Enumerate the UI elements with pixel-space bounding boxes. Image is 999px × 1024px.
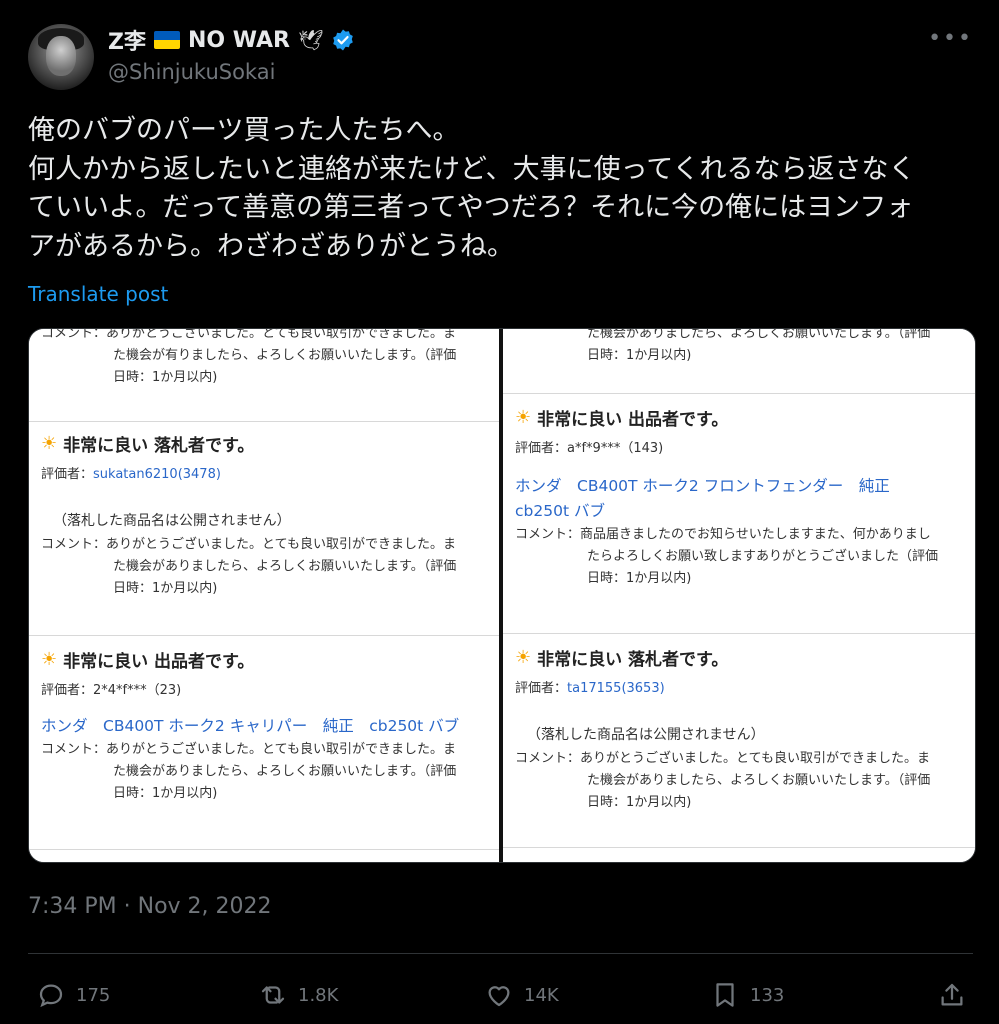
rating-heading: ☀ 非常に良い 落札者です。 (41, 433, 255, 456)
divider (29, 635, 499, 636)
evaluator-line: 評価者：2*4*f***（23) (41, 683, 182, 698)
rating-entry: ☀ 非常に良い 出品者です。 評価者：a*f*9***（143) ホンダ CB40… (503, 405, 975, 590)
repost-button[interactable]: 1.8K (258, 980, 338, 1010)
author-name-row[interactable]: Z李 NO WAR 🕊 (108, 24, 355, 56)
rating-comment: コメント：ありがとうございました。とても良い取引ができました。ま た機会が有りま… (41, 329, 457, 385)
divider (29, 849, 499, 850)
evaluator-line: 評価者：sukatan6210(3478) (41, 467, 221, 482)
tweet-media[interactable]: コメント：ありがとうございました。とても良い取引ができました。ま た機会が有りま… (28, 328, 976, 863)
post-timestamp[interactable]: 7:34 PM · Nov 2, 2022 (28, 894, 272, 919)
divider (503, 847, 975, 848)
actions-divider (28, 953, 973, 954)
product-link[interactable]: ホンダ CB400T ホーク2 フロントフェンダー 純正 (515, 474, 963, 499)
like-button[interactable]: 14K (484, 980, 559, 1010)
sun-icon: ☀ (41, 433, 58, 454)
evaluator-link[interactable]: sukatan6210 (93, 467, 178, 482)
bookmark-count: 133 (750, 984, 785, 1006)
author-name[interactable]: Z李 (108, 24, 146, 56)
translate-post-link[interactable]: Translate post (28, 282, 168, 306)
rating-entry: ☀ 非常に良い 落札者です。 評価者：ta17155(3653) （落札した商品名… (503, 645, 975, 814)
media-image-left[interactable]: コメント：ありがとうございました。とても良い取引ができました。ま た機会が有りま… (29, 329, 499, 862)
divider (503, 633, 975, 634)
rating-heading: ☀ 非常に良い 出品者です。 (41, 649, 255, 672)
dove-icon: 🕊 (297, 28, 324, 52)
bookmark-icon (716, 983, 734, 1007)
reply-count: 175 (76, 984, 111, 1006)
like-count: 14K (524, 984, 559, 1006)
repost-count: 1.8K (298, 984, 339, 1006)
rating-entry: ☀ 非常に良い 出品者です。 評価者：2*4*f***（23) ホンダ CB400… (29, 647, 499, 805)
sun-icon: ☀ (515, 407, 532, 428)
product-link-continued[interactable]: cb250t バブ (515, 499, 963, 524)
action-bar: 175 1.8K 14K 133 (28, 972, 973, 1018)
media-image-right[interactable]: た機会がありましたら、よろしくお願いいたします。（評価 日時：1か月以内) ☀ 非… (503, 329, 975, 862)
author-name-suffix[interactable]: NO WAR (188, 28, 290, 53)
bookmark-button[interactable]: 133 (710, 980, 784, 1010)
tweet-text: 俺のバブのパーツ買った人たちへ。 何人かから返したいと連絡が来たけど、大事に使っ… (28, 115, 916, 262)
reply-icon (39, 984, 63, 1008)
rating-heading: ☀ 非常に良い 落札者です。 (515, 647, 729, 670)
sun-icon: ☀ (515, 647, 532, 668)
rating-entry: ☀ 非常に良い 落札者です。 評価者：sukatan6210(3478) （落札し… (29, 431, 499, 600)
divider (29, 421, 499, 422)
evaluator-link[interactable]: ta17155 (567, 681, 621, 696)
sun-icon: ☀ (41, 649, 58, 670)
evaluator-line: 評価者：a*f*9***（143) (515, 441, 664, 456)
hidden-item-note: （落札した商品名は公開されません） (527, 727, 765, 743)
more-options-icon[interactable]: ••• (928, 26, 973, 51)
avatar[interactable] (28, 24, 94, 90)
share-button[interactable] (937, 980, 967, 1010)
divider (503, 393, 975, 394)
rating-comment: た機会がありましたら、よろしくお願いいたします。（評価 日時：1か月以内) (587, 329, 931, 363)
product-link[interactable]: ホンダ CB400T ホーク2 キャリパー 純正 cb250t バブ (41, 714, 487, 739)
verified-badge-icon (333, 29, 354, 51)
ukraine-flag-icon (153, 31, 180, 49)
avatar-face (46, 36, 76, 76)
rating-heading: ☀ 非常に良い 出品者です。 (515, 407, 729, 430)
evaluator-line: 評価者：ta17155(3653) (515, 681, 665, 696)
share-icon (941, 983, 963, 1006)
reply-button[interactable]: 175 (36, 980, 110, 1010)
heart-icon (488, 986, 510, 1007)
hidden-item-note: （落札した商品名は公開されません） (53, 513, 291, 529)
repost-icon (261, 986, 285, 1004)
author-handle[interactable]: @ShinjukuSokai (108, 60, 275, 84)
